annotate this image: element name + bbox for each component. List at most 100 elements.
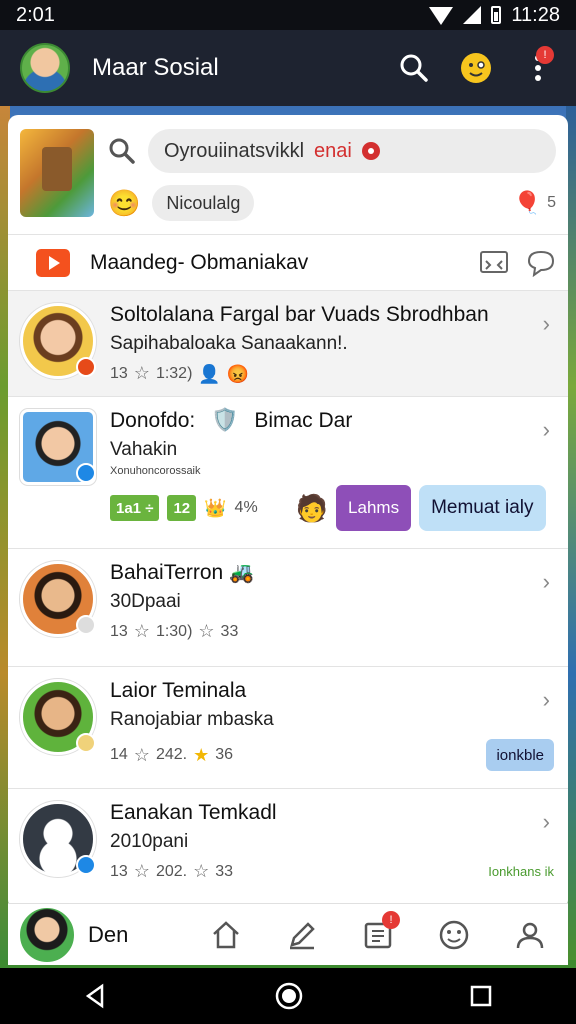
nav-profile-button[interactable] — [508, 913, 552, 957]
meta-score: 33 — [220, 622, 239, 640]
status-badge — [76, 357, 96, 377]
mood-row: 😊 Nicoulalg 🎈 5 — [108, 185, 556, 221]
gallery-icon[interactable] — [480, 250, 508, 275]
action-chip-button[interactable]: ionkble — [486, 739, 554, 771]
feed-item[interactable]: Donofdo: 🛡️ Bimac Dar Vahakin Xonuhoncor… — [8, 397, 568, 549]
feed-name: BahaiTerron — [110, 561, 224, 584]
app-actions: ! — [396, 46, 556, 86]
nav-emoji-button[interactable] — [432, 913, 476, 957]
record-icon — [361, 142, 380, 160]
balloon-icon: 🎈 — [513, 190, 542, 215]
search-tag: enai — [314, 139, 352, 162]
person-icon: 👤 — [198, 363, 221, 384]
search-input[interactable]: Oyrouiinatsvikkl enai — [148, 129, 556, 173]
system-nav-bar — [0, 968, 576, 1024]
edit-pencil-icon — [290, 921, 315, 949]
home-icon — [213, 920, 239, 948]
character-icon: 🧑 — [295, 493, 329, 523]
feed-small-text: Xonuhoncorossaik — [110, 465, 201, 477]
section-actions — [480, 249, 556, 277]
section-title: Maandeg- Obmaniakav — [90, 250, 309, 274]
chat-bubble-icon[interactable] — [526, 249, 556, 277]
feed-content: Soltolalana Fargal bar Vuads Sbrodhban S… — [110, 303, 554, 384]
tag-percent: 4% — [234, 499, 258, 516]
tag-badge[interactable]: 12 — [167, 495, 197, 521]
bottom-profile[interactable]: Den — [18, 905, 188, 964]
more-options-button[interactable]: ! — [520, 46, 556, 86]
mood-button[interactable]: Nicoulalg — [152, 185, 255, 221]
star-icon: ☆ — [133, 861, 150, 881]
purple-chip-button[interactable]: Lahms — [336, 485, 412, 531]
feed-avatar-wrap — [20, 303, 96, 379]
app-bar: Maar Sosial ! — [0, 30, 576, 106]
main-card: Oyrouiinatsvikkl enai 😊 Nicoulalg 🎈 5 Ma… — [8, 115, 568, 910]
chevron-right-icon[interactable]: › — [543, 311, 550, 337]
feed-meta: 13 ☆ 202. ☆ 33 Ionkhans ik — [110, 861, 554, 882]
bottom-avatar[interactable] — [18, 905, 76, 964]
emoji-button[interactable] — [458, 50, 494, 86]
app-title: Maar Sosial — [92, 54, 219, 81]
chevron-right-icon[interactable]: › — [543, 687, 550, 713]
feed-content: Donofdo: 🛡️ Bimac Dar Vahakin Xonuhoncor… — [110, 409, 554, 536]
meta-time: 1:32) — [155, 364, 193, 382]
chevron-right-icon[interactable]: › — [543, 569, 550, 595]
smile-emoji-icon[interactable]: 😊 — [108, 190, 140, 216]
blue-chip-button[interactable]: Memuat ialy — [419, 485, 546, 531]
reaction-count-value: 5 — [547, 194, 556, 211]
status-badge — [76, 615, 96, 635]
user-avatar[interactable] — [20, 43, 70, 93]
feed-item[interactable]: BahaiTerron 🚜 30Dpaai 13 ☆ 1:30) ☆ 33 › — [8, 549, 568, 667]
feed-name-extra: Bimac Dar — [254, 409, 353, 432]
feed-subtitle: Sapihabaloaka Sanaakann!. — [110, 333, 348, 354]
feed-name: Eanakan Temkadl — [110, 801, 277, 824]
shield-icon: 🛡️ — [211, 407, 239, 432]
search-button[interactable] — [396, 50, 432, 86]
feed-item[interactable]: Soltolalana Fargal bar Vuads Sbrodhban S… — [8, 291, 568, 397]
feed-subtitle: 30Dpaai — [110, 591, 181, 612]
meta-count: 13 — [110, 364, 128, 382]
nav-news-button[interactable]: ! — [356, 910, 400, 957]
search-row: Oyrouiinatsvikkl enai — [108, 129, 556, 173]
search-icon — [400, 54, 428, 82]
feed-meta: 14 ☆ 242. ★ 36 ionkble — [110, 739, 554, 771]
status-time: 2:01 — [16, 3, 55, 26]
recents-icon[interactable] — [468, 983, 494, 1009]
smiley-icon — [439, 920, 469, 949]
back-icon[interactable] — [82, 982, 110, 1010]
feed-link[interactable]: Ionkhans ik — [488, 864, 554, 879]
feed-item[interactable]: Eanakan Temkadl 2010pani 13 ☆ 202. ☆ 33 … — [8, 789, 568, 901]
reaction-count[interactable]: 🎈 5 — [514, 192, 556, 214]
feed-avatar-wrap — [20, 409, 96, 485]
verified-badge — [76, 463, 96, 483]
feed-avatar-wrap — [20, 801, 96, 877]
star-icon: ☆ — [193, 861, 210, 881]
nav-edit-button[interactable] — [280, 913, 324, 957]
verified-badge — [76, 855, 96, 875]
meta-time: 1:30) — [155, 622, 193, 640]
notification-badge: ! — [382, 910, 400, 929]
feed-name: Donofdo: — [110, 409, 196, 432]
emoji-icon — [461, 53, 491, 83]
feed-name-row: BahaiTerron 🚜 — [110, 561, 554, 585]
chevron-right-icon[interactable]: › — [543, 417, 550, 443]
star-icon: ☆ — [133, 363, 150, 383]
video-play-icon — [36, 248, 70, 277]
chevron-right-icon[interactable]: › — [543, 809, 550, 835]
notification-badge: ! — [536, 46, 554, 64]
home-circle-icon[interactable] — [274, 981, 304, 1011]
section-header: Maandeg- Obmaniakav — [8, 235, 568, 291]
meta-count: 14 — [110, 746, 128, 763]
feed-item[interactable]: Laior Teminala Ranojabiar mbaska 14 ☆ 24… — [8, 667, 568, 789]
crown-icon: 👑 — [204, 498, 227, 518]
feed-content: Laior Teminala Ranojabiar mbaska 14 ☆ 24… — [110, 679, 554, 776]
nav-icons: ! — [188, 910, 568, 957]
game-thumbnail[interactable] — [20, 129, 94, 217]
tag-badge[interactable]: 1a1 ÷ — [110, 495, 160, 521]
feed-subtitle: Vahakin — [110, 439, 178, 460]
status-clock: 11:28 — [511, 3, 560, 26]
status-bar: 2:01 11:28 — [0, 0, 576, 30]
star-filled-icon: ★ — [193, 744, 210, 765]
search-icon — [109, 138, 135, 164]
nav-home-button[interactable] — [204, 913, 248, 957]
feed-meta: 13 ☆ 1:30) ☆ 33 — [110, 621, 554, 642]
